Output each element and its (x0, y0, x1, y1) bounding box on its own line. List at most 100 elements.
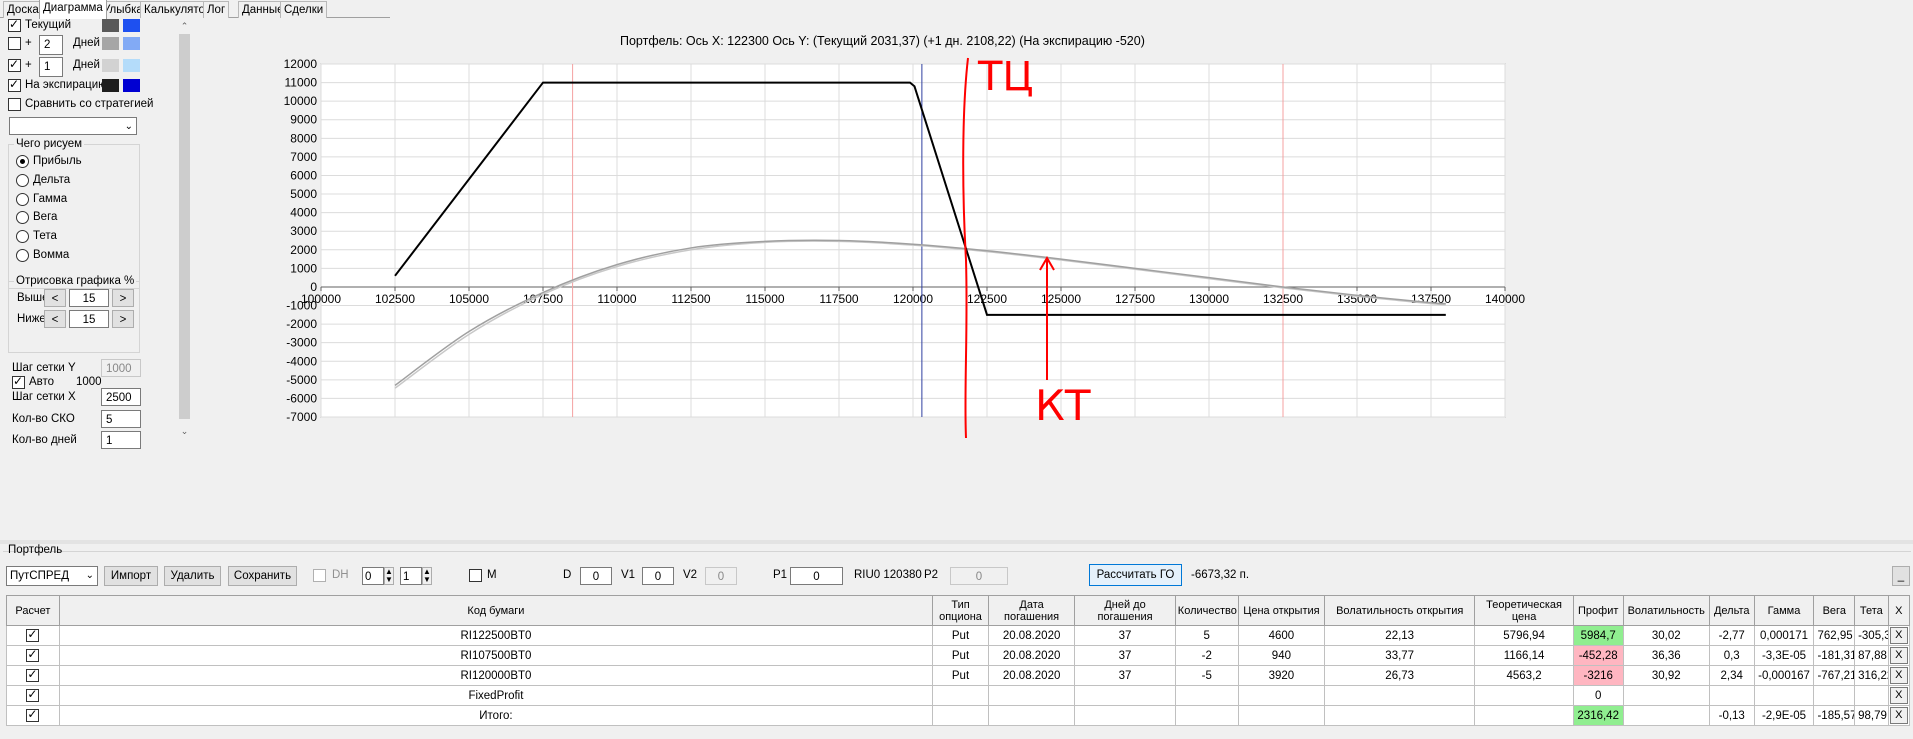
header-theta[interactable]: Тета (1854, 595, 1889, 626)
radio-vomma[interactable] (16, 249, 29, 262)
days2-input[interactable]: 1 (39, 57, 63, 77)
row-calc-checkbox[interactable] (26, 647, 40, 662)
above-increase-button[interactable]: > (112, 289, 134, 307)
header-type[interactable]: Тип опциона (932, 595, 989, 626)
p1-input[interactable]: 0 (790, 567, 843, 585)
cell-days[interactable] (1074, 705, 1176, 726)
panel-splitter[interactable] (0, 540, 1913, 544)
cell-price[interactable] (1237, 685, 1326, 706)
cell-profit[interactable]: -452,28 (1572, 645, 1624, 666)
cell-profit[interactable]: 0 (1572, 685, 1624, 706)
cell-qty[interactable]: 5 (1174, 625, 1239, 646)
delete-button[interactable]: Удалить (164, 566, 221, 586)
table-row[interactable]: RI122500BT0Put20.08.2020375460022,135796… (6, 625, 1911, 646)
cell-gamma[interactable] (1753, 685, 1815, 706)
table-row[interactable]: Итого: 2316,42 -0,13-2,9E-05-185,5798,79X (6, 705, 1911, 726)
cell-type[interactable]: Put (932, 645, 989, 666)
dh-checkbox[interactable] (313, 569, 326, 582)
tab-trades[interactable]: Сделки (280, 1, 328, 18)
cell-theor[interactable] (1474, 685, 1574, 706)
cell-theor[interactable]: 1166,14 (1474, 645, 1574, 666)
row-calc-checkbox[interactable] (26, 687, 40, 702)
cell-days[interactable]: 37 (1074, 665, 1176, 686)
above-input[interactable]: 15 (69, 289, 109, 307)
dh-spinner-1[interactable]: ▲ ▼ (384, 567, 394, 585)
cell-qty[interactable] (1174, 685, 1239, 706)
dh-input-2[interactable]: 1 (400, 567, 422, 585)
below-input[interactable]: 15 (69, 310, 109, 328)
cell-type[interactable]: Put (932, 665, 989, 686)
tab-diagram[interactable]: Диаграмма (39, 0, 107, 19)
import-button[interactable]: Импорт (104, 566, 158, 586)
cell-theta[interactable]: -305,31 (1854, 625, 1889, 646)
scroll-up-icon[interactable]: ⌃ (177, 19, 192, 34)
cell-vol-open[interactable] (1324, 685, 1476, 706)
cell-code[interactable]: RI120000BT0 (58, 665, 934, 686)
cell-theor[interactable]: 4563,2 (1474, 665, 1574, 686)
header-calc[interactable]: Расчет (6, 595, 60, 626)
cell-theor[interactable] (1474, 705, 1574, 726)
sko-input[interactable]: 5 (101, 410, 141, 428)
dh-input-1[interactable]: 0 (362, 567, 384, 585)
cell-vol[interactable]: 30,02 (1622, 625, 1710, 646)
cell-price[interactable]: 3920 (1237, 665, 1326, 686)
cell-vol[interactable]: 30,92 (1622, 665, 1710, 686)
current-color-swatch-2[interactable] (123, 19, 140, 32)
portfolio-combo[interactable]: ПутСПРЕД ⌄ (6, 566, 98, 586)
cell-vega[interactable]: 762,95 (1813, 625, 1856, 646)
cell-vol-open[interactable] (1324, 705, 1476, 726)
cell-vol-open[interactable]: 33,77 (1324, 645, 1476, 666)
scroll-down-icon[interactable]: ⌄ (177, 424, 192, 439)
row-calc-checkbox[interactable] (26, 627, 40, 642)
cell-code[interactable]: RI122500BT0 (58, 625, 934, 646)
current-checkbox[interactable] (8, 19, 21, 32)
cell-code[interactable]: Итого: (58, 705, 934, 726)
cell-delta[interactable]: -0,13 (1708, 705, 1755, 726)
row-delete-button[interactable]: X (1889, 687, 1908, 704)
header-vega[interactable]: Вега (1813, 595, 1856, 626)
expiry-color-swatch-2[interactable] (123, 79, 140, 92)
table-row[interactable]: FixedProfit 0 X (6, 685, 1911, 706)
cell-theta[interactable]: 98,79 (1854, 705, 1889, 726)
cell-vol[interactable] (1622, 705, 1710, 726)
cell-code[interactable]: RI107500BT0 (58, 645, 934, 666)
expiry-checkbox[interactable] (8, 77, 21, 92)
tab-log[interactable]: Лог (203, 1, 230, 18)
header-gamma[interactable]: Гамма (1753, 595, 1815, 626)
grid-x-input[interactable]: 2500 (101, 388, 141, 406)
cell-vega[interactable]: -185,57 (1813, 705, 1856, 726)
scroll-thumb[interactable] (179, 34, 190, 419)
cell-theta[interactable] (1854, 685, 1889, 706)
header-date[interactable]: Дата погашения (987, 595, 1076, 626)
cell-qty[interactable] (1174, 705, 1239, 726)
cell-gamma[interactable]: 0,000171 (1753, 625, 1815, 646)
radio-theta[interactable] (16, 230, 29, 243)
cell-vol-open[interactable]: 26,73 (1324, 665, 1476, 686)
cell-days[interactable]: 37 (1074, 625, 1176, 646)
cell-delta[interactable]: 2,34 (1708, 665, 1755, 686)
below-decrease-button[interactable]: < (44, 310, 66, 328)
row-calc-checkbox[interactable] (26, 667, 40, 682)
cell-date[interactable]: 20.08.2020 (987, 665, 1076, 686)
tab-board[interactable]: Доска (3, 1, 43, 18)
radio-profit[interactable] (16, 155, 29, 168)
p2-input[interactable]: 0 (950, 567, 1008, 585)
cell-price[interactable]: 940 (1237, 645, 1326, 666)
strategy-combo[interactable]: ⌄ (9, 117, 137, 135)
cell-date[interactable] (987, 685, 1076, 706)
table-row[interactable]: RI120000BT0Put20.08.202037-5392026,73456… (6, 665, 1911, 686)
cell-profit[interactable]: -3216 (1572, 665, 1624, 686)
cell-profit[interactable]: 5984,7 (1572, 625, 1624, 646)
cell-vega[interactable]: -767,21 (1813, 665, 1856, 686)
cell-vol[interactable] (1622, 685, 1710, 706)
cell-type[interactable]: Put (932, 625, 989, 646)
v2-input[interactable]: 0 (705, 567, 737, 585)
days2-color-swatch-2[interactable] (123, 59, 140, 72)
header-theor[interactable]: Теоретическая цена (1474, 595, 1574, 626)
expiry-color-swatch[interactable] (102, 79, 119, 92)
dh-spinner-2[interactable]: ▲ ▼ (422, 567, 432, 585)
radio-gamma[interactable] (16, 193, 29, 206)
cell-code[interactable]: FixedProfit (58, 685, 934, 706)
cell-theta[interactable]: 316,22 (1854, 665, 1889, 686)
v1-input[interactable]: 0 (642, 567, 674, 585)
